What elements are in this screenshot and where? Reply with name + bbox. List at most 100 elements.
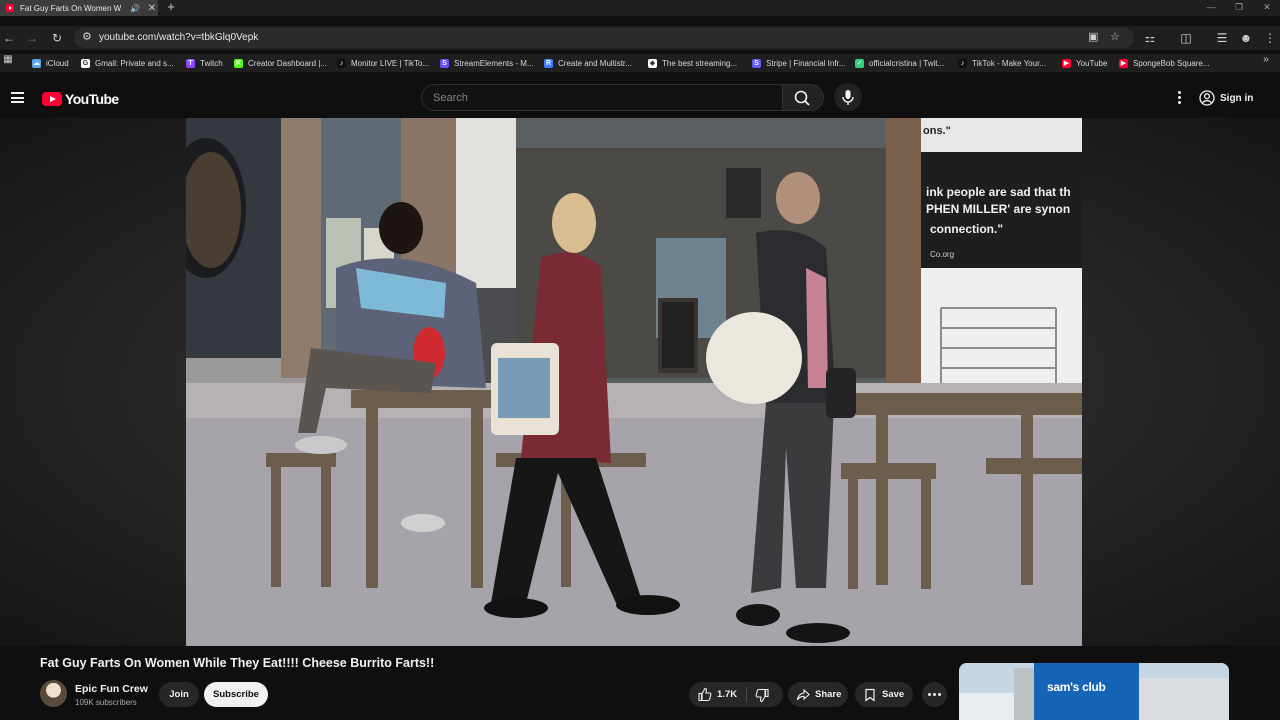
settings-menu-icon[interactable] (1171, 89, 1187, 107)
bookmark-item[interactable]: ▶ YouTube (1062, 57, 1107, 69)
search-icon (794, 90, 810, 106)
subscriber-count: 109K subscribers (75, 698, 137, 707)
more-actions-icon[interactable] (922, 682, 947, 707)
bookmark-item[interactable]: S Stripe | Financial Infr... (752, 57, 845, 69)
youtube-icon: ▶ (1119, 58, 1128, 68)
cloud-icon: ☁ (32, 58, 41, 68)
bookmark-item[interactable]: ☁ iCloud (32, 57, 69, 69)
bookmark-item[interactable]: ♪ Monitor LIVE | TikTo... (337, 57, 429, 69)
youtube-logo[interactable]: YouTube (42, 91, 119, 107)
browser-tab-strip: Fat Guy Farts On Women W 🔊 ✕ + — ❐ ✕ (0, 0, 1280, 16)
thumbs-up-icon[interactable] (697, 687, 712, 702)
youtube-favicon-icon (6, 4, 14, 12)
more-bookmarks-icon[interactable]: » (1258, 52, 1274, 68)
diamond-icon: ◆ (648, 58, 657, 68)
restore-icon[interactable]: ❐ (1224, 0, 1254, 16)
sign-in-label: Sign in (1220, 92, 1254, 104)
extensions-icon[interactable]: ⚏ (1142, 30, 1158, 46)
address-url[interactable]: youtube.com/watch?v=tbkGlq0Vepk (99, 32, 258, 43)
apps-grid-icon[interactable]: ▦ (0, 52, 16, 68)
bookmark-item[interactable]: ▶ SpongeBob Square... (1119, 57, 1210, 69)
stripe-icon: S (752, 58, 761, 68)
streamelements-icon: S (440, 58, 449, 68)
channel-avatar[interactable] (40, 680, 67, 707)
video-scene-image: ons." ink people are sad that th PHEN MI… (186, 118, 1082, 646)
address-bar[interactable]: ⚙ youtube.com/watch?v=tbkGlq0Vepk ▣ ☆ (74, 28, 1134, 48)
tab-title: Fat Guy Farts On Women W (20, 3, 122, 13)
video-frame[interactable]: ons." ink people are sad that th PHEN MI… (186, 118, 1082, 646)
subscribe-button[interactable]: Subscribe (204, 682, 268, 707)
ad-brand-text: sam's club (1047, 680, 1106, 694)
bookmark-item[interactable]: K Creator Dashboard |... (234, 57, 327, 69)
bookmark-label: Stripe | Financial Infr... (766, 58, 846, 68)
bookmark-item[interactable]: T Twitch (186, 57, 223, 69)
forward-icon[interactable]: → (24, 30, 40, 46)
bookmark-item[interactable]: S StreamElements - M... (440, 57, 534, 69)
minimize-icon[interactable]: — (1196, 0, 1226, 16)
share-button[interactable]: Share (788, 682, 848, 707)
kick-icon: K (234, 58, 243, 68)
profile-icon[interactable]: ☻ (1238, 30, 1254, 46)
bookmark-label: Twitch (200, 58, 223, 68)
bookmark-item[interactable]: ✓ officialcristina | Twit... (855, 57, 944, 69)
billboard-text-1: ons." (923, 125, 951, 137)
bookmark-item[interactable]: ♪ TikTok - Make Your... (958, 57, 1046, 69)
bookmark-item[interactable]: ◆ The best streaming... (648, 57, 737, 69)
back-icon[interactable]: ← (1, 30, 17, 46)
restream-icon: R (544, 58, 553, 68)
bookmark-label: Monitor LIVE | TikTo... (351, 58, 430, 68)
like-count[interactable]: 1.7K (717, 689, 737, 700)
search-box (421, 84, 783, 111)
billboard-text-3: PHEN MILLER' are synon (926, 202, 1070, 216)
join-button[interactable]: Join (159, 682, 199, 707)
video-player[interactable]: ons." ink people are sad that th PHEN MI… (0, 118, 1280, 646)
sams-club-ad-banner[interactable]: sam's club (959, 663, 1229, 720)
site-info-icon[interactable]: ⚙ (82, 30, 92, 43)
like-dislike-group: 1.7K (689, 682, 783, 707)
bookmark-label: SpongeBob Square... (1133, 58, 1210, 68)
bookmark-label: The best streaming... (662, 58, 738, 68)
sidebar-icon[interactable]: ◫ (1178, 30, 1194, 46)
browser-tab-active[interactable]: Fat Guy Farts On Women W 🔊 ✕ (0, 0, 158, 16)
youtube-icon: ▶ (1062, 58, 1071, 68)
bookmark-star-icon[interactable]: ☆ (1110, 30, 1120, 43)
billboard-text-2: ink people are sad that th (926, 185, 1071, 199)
tab-close-icon[interactable]: ✕ (146, 3, 158, 14)
google-icon: G (81, 58, 90, 68)
tiktok-icon: ♪ (337, 58, 346, 68)
sign-in-button[interactable]: Sign in (1199, 86, 1253, 110)
twitch-icon: T (186, 58, 195, 68)
window-close-icon[interactable]: ✕ (1252, 0, 1280, 16)
youtube-wordmark: YouTube (65, 91, 119, 107)
bookmark-label: Gmail: Private and s... (95, 58, 174, 68)
bookmark-item[interactable]: G Gmail: Private and s... (81, 57, 174, 69)
bookmark-label: Create and Multistr... (558, 58, 632, 68)
guide-menu-icon[interactable] (11, 92, 24, 103)
share-label: Share (815, 689, 842, 700)
bookmark-label: TikTok - Make Your... (972, 58, 1046, 68)
microphone-icon (842, 90, 854, 105)
reload-icon[interactable]: ↻ (49, 30, 65, 46)
billboard-text-4: connection." (930, 222, 1003, 236)
save-button[interactable]: Save (855, 682, 913, 707)
search-button[interactable] (783, 84, 824, 111)
share-icon (796, 688, 810, 700)
browser-menu-icon[interactable]: ⋮ (1262, 30, 1278, 46)
media-controls-icon[interactable]: ☰ (1214, 30, 1230, 46)
search-input[interactable] (422, 85, 762, 110)
youtube-play-icon (42, 92, 62, 106)
speaker-icon[interactable]: 🔊 (130, 4, 140, 13)
bookmarks-bar: ▦ ☁ iCloud G Gmail: Private and s... T Twitch… (0, 54, 1280, 72)
tiktok-icon: ♪ (958, 58, 967, 68)
bookmark-label: officialcristina | Twit... (869, 58, 945, 68)
install-app-icon[interactable]: ▣ (1088, 30, 1098, 43)
new-tab-button[interactable]: + (164, 0, 178, 16)
bookmark-label: StreamElements - M... (454, 58, 534, 68)
bookmark-item[interactable]: R Create and Multistr... (544, 57, 632, 69)
thumbs-down-icon[interactable] (755, 688, 770, 703)
channel-name[interactable]: Epic Fun Crew (75, 683, 148, 695)
voice-search-button[interactable] (834, 83, 862, 111)
bookmark-label: YouTube (1076, 58, 1108, 68)
video-title: Fat Guy Farts On Women While They Eat!!!… (40, 656, 435, 670)
save-label: Save (882, 689, 905, 700)
